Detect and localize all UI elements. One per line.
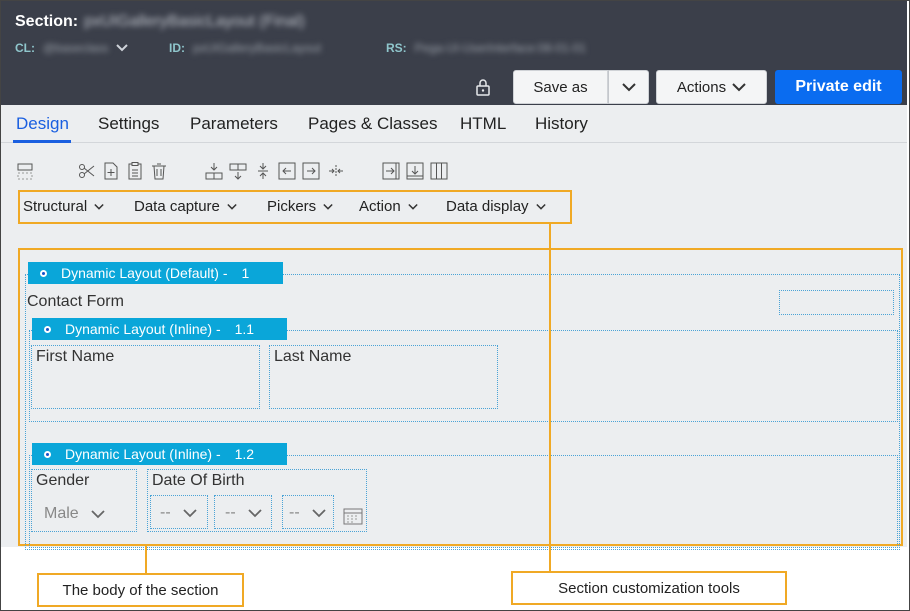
layout-title: Dynamic Layout (Default) -	[61, 265, 228, 281]
save-as-dropdown-button[interactable]	[608, 70, 649, 104]
dob-day-value: --	[225, 504, 236, 521]
tab-history[interactable]: History	[535, 114, 588, 134]
chevron-down-icon	[248, 508, 262, 517]
date-of-birth-label: Date Of Birth	[152, 472, 245, 489]
id-value: pxUIGalleryBasicLayout	[193, 41, 322, 55]
move-right-icon[interactable]	[301, 161, 321, 181]
cut-icon[interactable]	[77, 161, 97, 181]
tab-html[interactable]: HTML	[460, 114, 506, 134]
section-title: Section: pxUIGalleryBasicLayout (Final)	[15, 13, 305, 31]
paste-icon[interactable]	[125, 161, 145, 181]
design-workspace: Design Settings Parameters Pages & Class…	[1, 105, 907, 550]
tab-bar: Design Settings Parameters Pages & Class…	[1, 105, 907, 143]
last-name-label: Last Name	[274, 348, 352, 365]
layout-toggle-icon[interactable]	[16, 161, 36, 181]
menu-label: Action	[359, 198, 401, 215]
layout-dot-icon	[44, 450, 51, 458]
dynamic-layout-header[interactable]: Dynamic Layout (Inline) - 1.1	[32, 318, 287, 340]
split-icon[interactable]	[253, 161, 273, 181]
chevron-down-icon	[94, 203, 104, 210]
chevron-down-icon	[183, 508, 197, 517]
menu-label: Data capture	[134, 198, 220, 215]
insert-column-below-icon[interactable]	[405, 161, 425, 181]
callout-body: The body of the section	[37, 573, 244, 607]
dynamic-layout-header[interactable]: Dynamic Layout (Inline) - 1.2	[32, 443, 287, 465]
insert-row-icon[interactable]	[204, 161, 224, 181]
insert-column-left-icon[interactable]	[381, 161, 401, 181]
actions-button[interactable]: Actions	[656, 70, 767, 104]
menu-pickers[interactable]: Pickers	[267, 198, 333, 215]
id-meta: ID: pxUIGalleryBasicLayout	[169, 41, 321, 55]
id-label: ID:	[169, 41, 185, 55]
layout-title: Dynamic Layout (Inline) -	[65, 446, 221, 462]
chevron-down-icon	[732, 82, 746, 91]
cl-label: CL:	[15, 41, 35, 55]
chevron-down-icon	[408, 203, 418, 210]
layout-number: 1.2	[234, 446, 255, 462]
gender-select[interactable]: Male	[44, 505, 105, 523]
rs-value: Pega-UI-UserInterface:08-01-01	[414, 41, 587, 55]
gender-label: Gender	[36, 472, 90, 489]
menu-label: Data display	[446, 198, 529, 215]
chevron-down-icon	[312, 508, 326, 517]
menu-data-capture[interactable]: Data capture	[134, 198, 237, 215]
menu-action[interactable]: Action	[359, 198, 418, 215]
section-name: pxUIGalleryBasicLayout (Final)	[84, 13, 305, 30]
active-tab-indicator	[13, 140, 71, 143]
cl-value[interactable]: @baseclass	[43, 41, 109, 55]
private-edit-button[interactable]: Private edit	[775, 70, 902, 104]
add-icon[interactable]	[101, 161, 121, 181]
chevron-down-icon[interactable]	[116, 44, 128, 52]
dob-day-select[interactable]: --	[225, 504, 262, 522]
columns-icon[interactable]	[429, 161, 449, 181]
menu-data-display[interactable]: Data display	[446, 198, 546, 215]
actions-label: Actions	[676, 78, 727, 96]
rs-meta: RS: Pega-UI-UserInterface:08-01-01	[386, 41, 586, 55]
move-left-icon[interactable]	[277, 161, 297, 181]
save-as-button[interactable]: Save as	[513, 70, 608, 104]
section-label: Section:	[15, 13, 79, 30]
section-customization-tools: Structural Data capture Pickers Action D…	[18, 190, 572, 224]
dob-year-select[interactable]: --	[289, 504, 326, 522]
contact-form-label: Contact Form	[27, 293, 124, 310]
delete-icon[interactable]	[149, 161, 169, 181]
chevron-down-icon	[227, 203, 237, 210]
layout-dot-icon	[40, 269, 47, 277]
rs-label: RS:	[386, 41, 407, 55]
dynamic-layout-header[interactable]: Dynamic Layout (Default) - 1	[28, 262, 283, 284]
dob-month-value: --	[160, 504, 171, 521]
layout-title: Dynamic Layout (Inline) -	[65, 321, 221, 337]
layout-number: 1	[241, 265, 250, 281]
rule-header: Section: pxUIGalleryBasicLayout (Final) C…	[1, 1, 907, 105]
layout-dot-icon	[44, 325, 51, 333]
callout-line-tools	[549, 224, 551, 571]
callout-line-body	[145, 545, 147, 573]
dob-year-value: --	[289, 504, 300, 521]
class-meta: CL: @baseclass	[15, 41, 128, 55]
tab-design[interactable]: Design	[16, 114, 69, 134]
menu-label: Structural	[23, 198, 88, 215]
first-name-label: First Name	[36, 348, 115, 365]
insert-row-below-icon[interactable]	[228, 161, 248, 181]
section-body: Dynamic Layout (Default) - 1 Contact Form…	[18, 248, 903, 550]
chevron-down-icon	[323, 203, 333, 210]
dob-month-select[interactable]: --	[160, 504, 197, 522]
lock-icon	[476, 79, 490, 96]
chevron-down-icon	[535, 203, 546, 210]
tab-settings[interactable]: Settings	[98, 114, 159, 134]
chevron-down-icon	[621, 82, 636, 91]
tab-pages-classes[interactable]: Pages & Classes	[308, 114, 437, 134]
calendar-icon[interactable]	[343, 506, 363, 526]
layout-number: 1.1	[234, 321, 255, 337]
tab-parameters[interactable]: Parameters	[190, 114, 278, 134]
empty-cell[interactable]	[779, 290, 894, 315]
gender-value: Male	[44, 505, 79, 522]
callout-tools: Section customization tools	[511, 571, 787, 605]
merge-icon[interactable]	[326, 161, 346, 181]
menu-structural[interactable]: Structural	[23, 198, 104, 215]
menu-label: Pickers	[267, 198, 317, 215]
chevron-down-icon	[91, 509, 105, 518]
